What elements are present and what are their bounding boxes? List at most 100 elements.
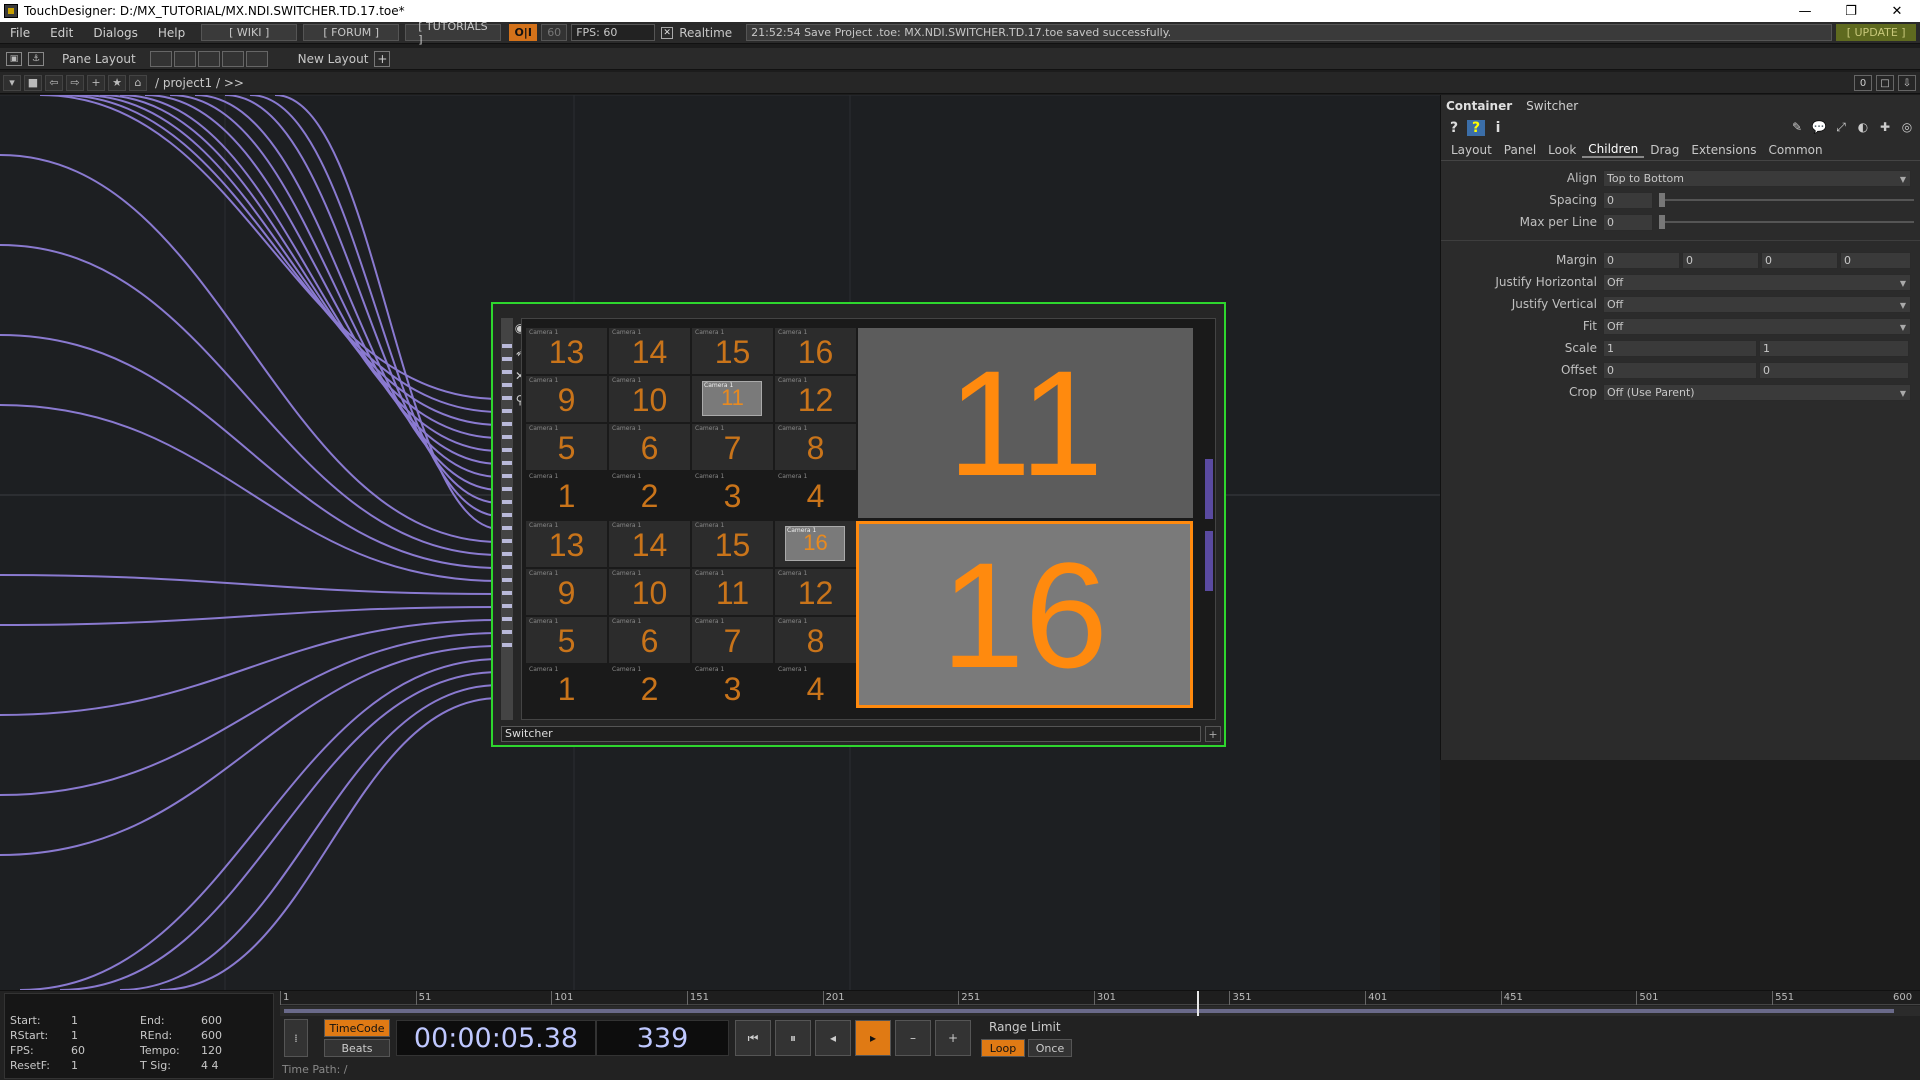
target-icon[interactable]: ◎ bbox=[1898, 120, 1916, 136]
camera-cell-7[interactable]: Camera 17 bbox=[692, 424, 773, 470]
layout-split-horizontal-button[interactable] bbox=[197, 50, 220, 67]
camera-cell-9[interactable]: Camera 19 bbox=[526, 569, 607, 615]
camera-cell-5[interactable]: Camera 15 bbox=[526, 424, 607, 470]
start-value[interactable]: 1 bbox=[71, 1014, 78, 1027]
camera-cell-2[interactable]: Camera 12 bbox=[609, 665, 690, 711]
once-button[interactable]: Once bbox=[1028, 1039, 1072, 1057]
input-connector[interactable] bbox=[502, 526, 512, 530]
camera-cell-3[interactable]: Camera 13 bbox=[692, 472, 773, 518]
input-connector[interactable] bbox=[502, 500, 512, 504]
forward-arrow-icon[interactable]: ⇨ bbox=[66, 74, 84, 91]
input-connector[interactable] bbox=[502, 591, 512, 595]
input-connector[interactable] bbox=[502, 409, 512, 413]
node-add-button[interactable]: + bbox=[1205, 726, 1221, 742]
max-per-line-field[interactable]: 0 bbox=[1603, 213, 1653, 231]
end-value[interactable]: 600 bbox=[201, 1014, 222, 1027]
edit-pencil-icon[interactable]: ✎ bbox=[1788, 120, 1806, 136]
camera-cell-1[interactable]: Camera 11 bbox=[526, 665, 607, 711]
pause-button[interactable]: ⏸ bbox=[775, 1020, 811, 1056]
tab-common[interactable]: Common bbox=[1763, 143, 1829, 157]
home-icon[interactable]: ⌂ bbox=[129, 74, 147, 91]
input-connector[interactable] bbox=[502, 539, 512, 543]
step-back-button[interactable]: – bbox=[895, 1020, 931, 1056]
margin-left-field[interactable]: 0 bbox=[1603, 251, 1680, 269]
stop-icon[interactable]: ■ bbox=[24, 74, 42, 91]
camera-cell-11[interactable]: Camera 1 11 bbox=[692, 376, 773, 422]
justify-vertical-dropdown[interactable]: Off bbox=[1603, 295, 1911, 313]
forum-button[interactable]: [ FORUM ] bbox=[303, 24, 400, 41]
playhead[interactable] bbox=[1196, 991, 1199, 1016]
camera-cell-6[interactable]: Camera 16 bbox=[609, 617, 690, 663]
camera-cell-11[interactable]: Camera 1 11 bbox=[692, 569, 773, 615]
help-icon[interactable]: ? bbox=[1445, 120, 1463, 136]
rstart-value[interactable]: 1 bbox=[71, 1029, 78, 1042]
rend-value[interactable]: 600 bbox=[201, 1029, 222, 1042]
tab-children[interactable]: Children bbox=[1582, 142, 1645, 158]
operator-name[interactable]: Switcher bbox=[1526, 99, 1578, 113]
range-bar[interactable] bbox=[284, 1009, 1894, 1013]
margin-right-field[interactable]: 0 bbox=[1682, 251, 1759, 269]
python-help-icon[interactable]: ? bbox=[1467, 120, 1485, 136]
viewer-scrollbar-top[interactable] bbox=[1205, 459, 1213, 519]
beats-button[interactable]: Beats bbox=[324, 1039, 390, 1057]
input-connector[interactable] bbox=[502, 630, 512, 634]
timecode-display[interactable]: 00:00:05.38 bbox=[396, 1020, 596, 1056]
add-operator-icon[interactable]: + bbox=[87, 74, 105, 91]
camera-cell-12[interactable]: Camera 1 12 bbox=[775, 569, 856, 615]
menu-file[interactable]: File bbox=[0, 26, 40, 40]
camera-cell-16[interactable]: Camera 1 16 bbox=[775, 521, 856, 567]
input-connector[interactable] bbox=[502, 604, 512, 608]
camera-cell-7[interactable]: Camera 17 bbox=[692, 617, 773, 663]
offset-y-field[interactable]: 0 bbox=[1759, 361, 1909, 379]
camera-cell-8[interactable]: Camera 18 bbox=[775, 424, 856, 470]
input-connector[interactable] bbox=[502, 565, 512, 569]
resetf-value[interactable]: 1 bbox=[71, 1059, 78, 1072]
add-param-icon[interactable]: ✚ bbox=[1876, 120, 1894, 136]
timeline-ruler[interactable]: 1 51 101 151 201 251 301 351 401 451 501 551 600 bbox=[280, 991, 1920, 1005]
offset-x-field[interactable]: 0 bbox=[1603, 361, 1757, 379]
wiki-button[interactable]: [ WIKI ] bbox=[201, 24, 298, 41]
input-connector[interactable] bbox=[502, 435, 512, 439]
camera-cell-13[interactable]: Camera 1 13 bbox=[526, 521, 607, 567]
network-editor[interactable]: ◉ ➶ ✕ ⚲ Camera 1 13 Camera 1 14 Camera 1 15 Ca… bbox=[0, 95, 1440, 990]
python-icon[interactable]: ◐ bbox=[1854, 120, 1872, 136]
pane-menu-icon[interactable]: ▾ bbox=[3, 74, 21, 91]
camera-cell-16[interactable]: Camera 1 16 bbox=[775, 328, 856, 374]
expand-icon[interactable]: ⤢ bbox=[1832, 120, 1850, 136]
camera-cell-15[interactable]: Camera 1 15 bbox=[692, 521, 773, 567]
align-dropdown[interactable]: Top to Bottom bbox=[1603, 169, 1911, 187]
menu-help[interactable]: Help bbox=[148, 26, 195, 40]
timeline-scrub-bar[interactable] bbox=[280, 1006, 1920, 1016]
add-layout-button[interactable]: + bbox=[374, 50, 391, 67]
camera-cell-14[interactable]: Camera 1 14 bbox=[609, 328, 690, 374]
tab-layout[interactable]: Layout bbox=[1445, 143, 1498, 157]
realtime-checkbox[interactable]: ✕ bbox=[661, 26, 674, 39]
fit-dropdown[interactable]: Off bbox=[1603, 317, 1911, 335]
camera-cell-2[interactable]: Camera 12 bbox=[609, 472, 690, 518]
margin-top-field[interactable]: 0 bbox=[1840, 251, 1911, 269]
max-per-line-slider[interactable] bbox=[1659, 215, 1914, 229]
tab-extensions[interactable]: Extensions bbox=[1685, 143, 1762, 157]
camera-cell-8[interactable]: Camera 18 bbox=[775, 617, 856, 663]
input-connector[interactable] bbox=[502, 552, 512, 556]
input-connector[interactable] bbox=[502, 383, 512, 387]
camera-cell-1[interactable]: Camera 11 bbox=[526, 472, 607, 518]
tab-look[interactable]: Look bbox=[1542, 143, 1582, 157]
close-button[interactable]: ✕ bbox=[1874, 0, 1920, 22]
crop-dropdown[interactable]: Off (Use Parent) bbox=[1603, 383, 1911, 401]
pane-type-icon[interactable]: ▣ bbox=[6, 51, 22, 66]
pane-split-icon[interactable]: ⚓ bbox=[28, 51, 44, 66]
new-layout-label[interactable]: New Layout bbox=[298, 52, 369, 66]
spacing-field[interactable]: 0 bbox=[1603, 191, 1653, 209]
scale-y-field[interactable]: 1 bbox=[1759, 339, 1909, 357]
input-connector[interactable] bbox=[502, 448, 512, 452]
rewind-button[interactable]: ⏮ bbox=[735, 1020, 771, 1056]
timeline-toggle-button[interactable]: ⁞ bbox=[284, 1019, 308, 1057]
camera-cell-13[interactable]: Camera 1 13 bbox=[526, 328, 607, 374]
layout-split-vertical-button[interactable] bbox=[173, 50, 196, 67]
node-viewer[interactable]: Camera 1 13 Camera 1 14 Camera 1 15 Camera 1 16… bbox=[521, 318, 1216, 720]
tab-panel[interactable]: Panel bbox=[1498, 143, 1542, 157]
pathbar-maximize-button[interactable]: □ bbox=[1876, 75, 1894, 91]
input-connector[interactable] bbox=[502, 617, 512, 621]
camera-cell-6[interactable]: Camera 16 bbox=[609, 424, 690, 470]
